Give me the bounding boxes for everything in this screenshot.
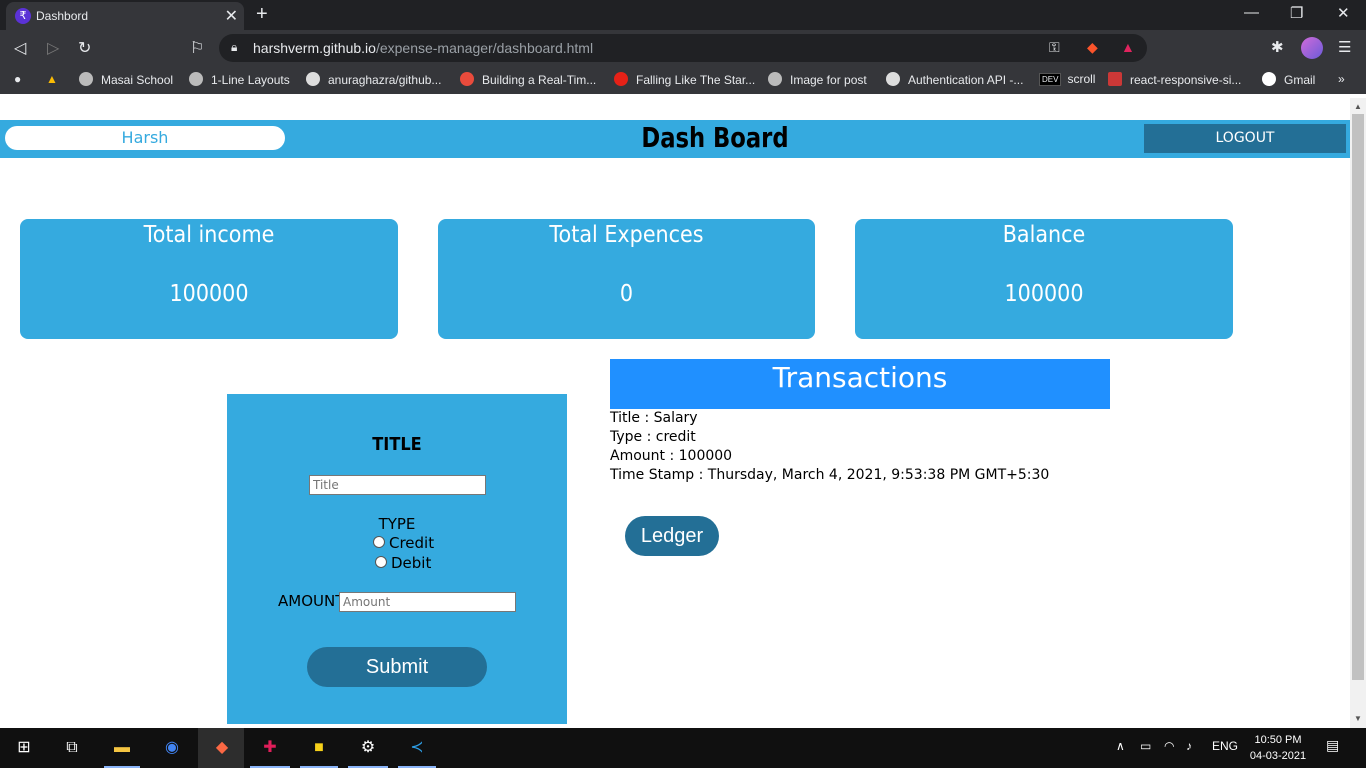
bookmark-1-line-layouts[interactable]: 1-Line Layouts	[189, 72, 290, 87]
clock-date: 04-03-2021	[1249, 750, 1307, 762]
battery-icon[interactable]: ▭	[1140, 739, 1151, 753]
github-icon	[886, 72, 900, 86]
apps-icon[interactable]: ●	[14, 72, 21, 86]
windows-start-icon[interactable]: ⊞	[12, 736, 36, 760]
file-explorer-icon[interactable]: ▬	[110, 736, 134, 760]
total-expences-card: Total Expences 0	[438, 219, 815, 339]
brave-rewards-icon[interactable]: ▲	[1121, 39, 1135, 55]
transaction-type: Type : credit	[610, 429, 696, 445]
browser-toolbar: ◁ ▷ ↻ ⚐ 🔒︎ harshverm.github.io/expense-m…	[0, 30, 1366, 66]
card-value: 100000	[1004, 281, 1084, 307]
balance-card: Balance 100000	[855, 219, 1233, 339]
npm-icon	[1108, 72, 1122, 86]
amount-label: AMOUNT	[278, 592, 345, 610]
bookmark-react-responsive[interactable]: react-responsive-si...	[1108, 72, 1241, 87]
close-window-icon[interactable]: ✕	[1337, 4, 1350, 22]
bookmark-falling-like-stars[interactable]: Falling Like The Star...	[614, 72, 755, 87]
windows-taskbar: ⊞ ⧉ ▬ ◉ ◆ ✚ ■ ⚙ ≺ ∧ ▭ ◠ ♪ ENG 10:50 PM 0…	[0, 728, 1366, 768]
back-icon[interactable]: ◁	[14, 38, 26, 58]
chrome-icon[interactable]: ◉	[160, 736, 184, 760]
new-tab-icon[interactable]: +	[256, 3, 268, 26]
volume-icon[interactable]: ♪	[1186, 739, 1192, 753]
debit-radio[interactable]	[375, 556, 387, 568]
key-icon[interactable]: ⚿	[1049, 39, 1060, 56]
sticky-notes-icon[interactable]: ■	[307, 736, 331, 760]
ledger-button[interactable]: Ledger	[625, 516, 719, 556]
scroll-up-icon[interactable]: ▲	[1354, 102, 1362, 111]
extensions-icon[interactable]: ✱	[1271, 38, 1284, 56]
forward-icon[interactable]: ▷	[47, 38, 59, 58]
bookmark-gmail[interactable]: Gmail	[1262, 72, 1315, 87]
menu-icon[interactable]: ☰	[1338, 38, 1351, 56]
credit-radio[interactable]	[373, 536, 385, 548]
reload-icon[interactable]: ↻	[78, 38, 91, 58]
wifi-icon[interactable]: ◠	[1164, 739, 1174, 753]
globe-icon	[768, 72, 782, 86]
brave-active-highlight	[198, 728, 244, 768]
settings-gear-icon[interactable]: ⚙	[356, 736, 380, 760]
bookmark-scroll[interactable]: DEV scroll	[1039, 72, 1095, 86]
github-icon	[306, 72, 320, 86]
amount-input[interactable]	[339, 592, 516, 612]
scroll-down-icon[interactable]: ▼	[1354, 714, 1362, 723]
globe-icon	[79, 72, 93, 86]
google-icon	[1262, 72, 1276, 86]
drive-icon[interactable]: ▲	[46, 72, 58, 86]
lock-icon: 🔒︎	[231, 40, 238, 54]
form-heading: TITLE	[372, 434, 422, 455]
tab-title: Dashbord	[36, 9, 89, 23]
browser-tab[interactable]: ₹ Dashbord ✕	[6, 2, 244, 30]
bookmark-image-for-post[interactable]: Image for post	[768, 72, 867, 87]
bookmark-authentication-api[interactable]: Authentication API -...	[886, 72, 1023, 87]
card-value: 0	[619, 281, 634, 307]
logout-button[interactable]: LOGOUT	[1144, 124, 1346, 153]
transaction-amount: Amount : 100000	[610, 448, 733, 464]
bookmarks-bar: ● ▲ Masai School 1-Line Layouts anuragha…	[0, 66, 1366, 94]
bookmark-masai[interactable]: Masai School	[79, 72, 173, 87]
transactions-heading: Transactions	[610, 359, 1110, 409]
debit-label: Debit	[391, 554, 432, 572]
browser-tab-bar: ₹ Dashbord ✕ + — ❐ ✕	[0, 0, 1366, 30]
slack-icon[interactable]: ✚	[258, 736, 282, 760]
card-title: Total Expences	[549, 222, 704, 248]
globe-icon	[189, 72, 203, 86]
brave-shield-icon[interactable]: ◆	[1087, 39, 1098, 56]
dev-icon: DEV	[1039, 73, 1062, 86]
card-value: 100000	[169, 281, 249, 307]
restore-icon[interactable]: ❐	[1290, 4, 1303, 22]
credit-label: Credit	[389, 534, 435, 552]
card-title: Balance	[1002, 222, 1086, 248]
youtube-icon	[614, 72, 628, 86]
dashboard-header: Harsh Dash Board LOGOUT	[0, 120, 1350, 158]
transaction-title: Title : Salary	[610, 410, 698, 426]
scrollbar-thumb[interactable]	[1352, 114, 1364, 680]
vscode-icon[interactable]: ≺	[405, 736, 429, 760]
bookmark-building-realtime[interactable]: Building a Real-Tim...	[460, 72, 596, 87]
title-input[interactable]	[309, 475, 486, 495]
address-bar[interactable]: 🔒︎ harshverm.github.io/expense-manager/d…	[219, 34, 1147, 62]
task-view-icon[interactable]: ⧉	[60, 736, 84, 760]
asterisk-icon	[460, 72, 474, 86]
url-text: harshverm.github.io/expense-manager/dash…	[253, 40, 594, 56]
transaction-timestamp: Time Stamp : Thursday, March 4, 2021, 9:…	[610, 467, 1050, 483]
bookmark-anuraghazra[interactable]: anuraghazra/github...	[306, 72, 441, 87]
minimize-icon[interactable]: —	[1244, 4, 1259, 21]
show-hidden-icons-icon[interactable]: ∧	[1116, 739, 1125, 753]
clock[interactable]: 10:50 PM 04-03-2021	[1246, 732, 1310, 764]
more-bookmarks-icon[interactable]: »	[1338, 72, 1345, 86]
profile-avatar[interactable]	[1301, 37, 1323, 59]
submit-button[interactable]: Submit	[307, 647, 487, 687]
rupee-favicon-icon: ₹	[15, 8, 31, 24]
clock-time: 10:50 PM	[1254, 734, 1302, 746]
notifications-icon[interactable]: ▤	[1326, 737, 1339, 754]
type-label: TYPE	[378, 515, 416, 533]
card-title: Total income	[143, 222, 275, 248]
close-tab-icon[interactable]: ✕	[225, 6, 238, 26]
language-indicator[interactable]: ENG	[1212, 739, 1238, 753]
bookmark-icon[interactable]: ⚐	[190, 38, 204, 58]
page-scrollbar[interactable]: ▲ ▼	[1350, 98, 1366, 728]
transaction-form: TITLE TYPE Credit Debit AMOUNT Submit	[227, 394, 567, 724]
page-content: Harsh Dash Board LOGOUT Total income 100…	[0, 94, 1350, 728]
total-income-card: Total income 100000	[20, 219, 398, 339]
